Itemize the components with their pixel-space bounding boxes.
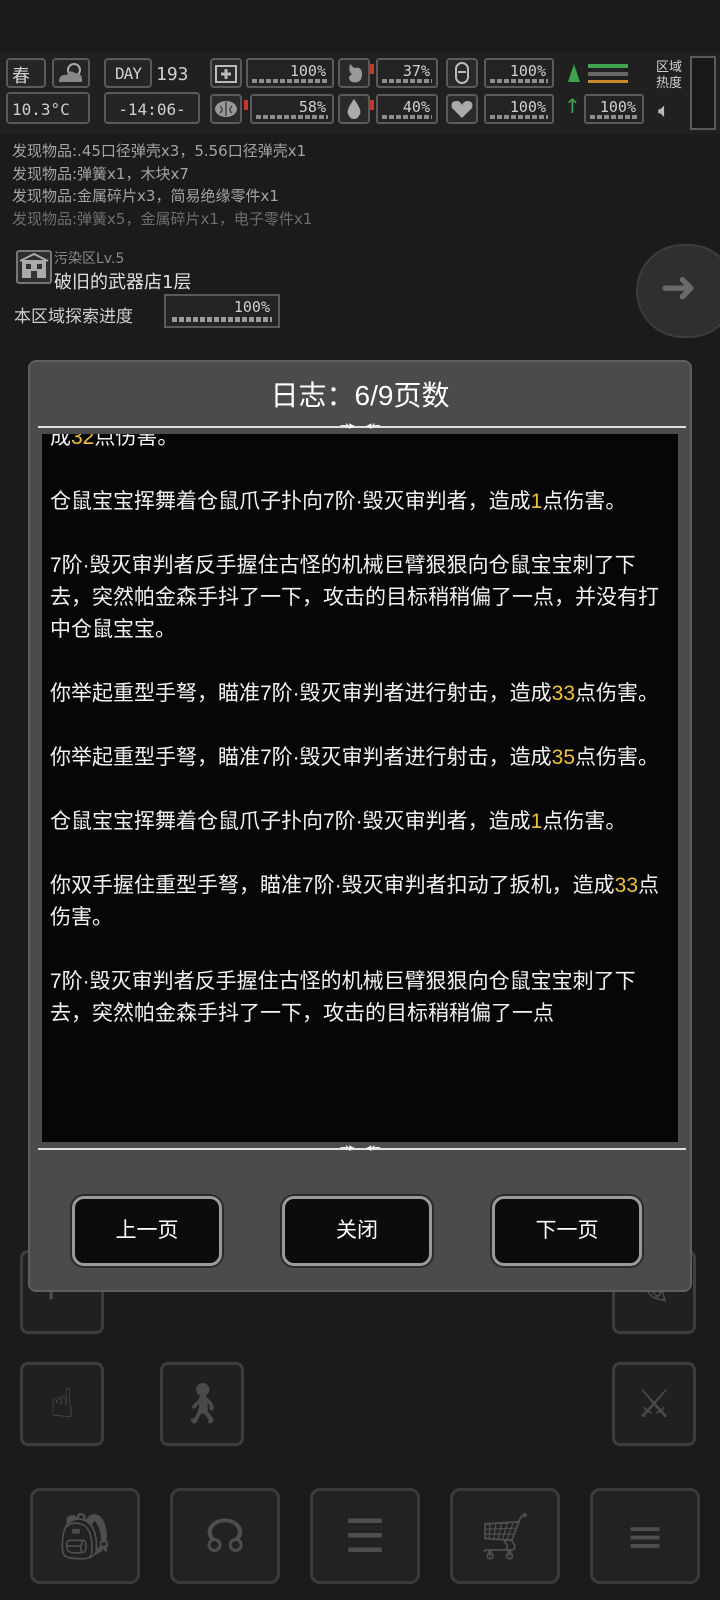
found-item-line: 发现物品:.45口径弹壳x3，5.56口径弹壳x1 [12,142,307,160]
found-item-line: 发现物品:金属碎片x3，简易绝缘零件x1 [12,187,279,205]
log-entry-text: 点伤害。 [575,746,660,769]
log-entry-text: 你举起重型手弩，瞄准7阶·毁灭审判者进行射击，造成 [50,682,552,705]
arrow-in-left-icon: ◂← [366,419,381,432]
log-entry-text: 点伤害。 [542,490,627,513]
day-label-text: DAY [115,64,142,83]
damage-number: 33 [551,682,576,705]
log-entry-text: 点伤害。 [94,434,179,449]
arrow-right-icon: ➜ [660,262,697,313]
thirst-value: 40% [376,94,438,124]
arrow-in-left-icon: ◂← [366,1141,381,1154]
damage-number: 33 [614,874,639,897]
day-label: DAY [104,58,152,88]
radiation-icon [564,58,636,88]
log-entry-text: 仓鼠宝宝挥舞着仓鼠爪子扑向7阶·毁灭审判者，造成 [50,490,531,513]
journal-icon[interactable]: ☰ [310,1488,420,1584]
next-page-button[interactable]: 下一页 [492,1196,642,1266]
log-entry: 仓鼠宝宝挥舞着仓鼠爪子扑向7阶·毁灭审判者，造成1点伤害。 [50,806,674,838]
clock-display: -14:06- [104,92,200,124]
log-entry: 7阶·毁灭审判者反手握住古怪的机械巨臂狠狠向仓鼠宝宝刺了下去，突然帕金森手抖了一… [50,966,674,1030]
menu-list-icon[interactable]: ≡ [590,1488,700,1584]
log-entry: 成32点伤害。 [50,434,674,454]
bottom-divider: →▸ ◂← [38,1141,686,1154]
log-entry-text: 7阶·毁灭审判者反手握住古怪的机械巨臂狠狠向仓鼠宝宝刺了下去，突然帕金森手抖了一… [50,554,659,641]
season-indicator: 春 [6,58,46,88]
log-entry-text: 仓鼠宝宝挥舞着仓鼠爪子扑向7阶·毁灭审判者，造成 [50,810,531,833]
log-entry: 你双手握住重型手弩，瞄准7阶·毁灭审判者扣动了扳机，造成33点伤害。 [50,870,674,934]
radiation-value: 100% [584,94,644,124]
clock-value: -14:06- [118,100,186,119]
medkit-icon [210,58,242,88]
log-entry-text: 7阶·毁灭审判者反手握住古怪的机械巨臂狠狠向仓鼠宝宝刺了下去，突然帕金森手抖了一… [50,970,636,1025]
damage-number: 1 [530,810,543,833]
zone-heat-meter [690,56,716,130]
combat-icon[interactable]: ⚔ [612,1362,696,1446]
location-level: 污染区Lv.5 [54,251,125,267]
top-divider: →▸ ◂← [38,419,686,432]
log-entry: 你举起重型手弩，瞄准7阶·毁灭审判者进行射击，造成35点伤害。 [50,742,674,774]
weather-icon [52,58,90,88]
log-entry-text: 你举起重型手弩，瞄准7阶·毁灭审判者进行射击，造成 [50,746,552,769]
up-arrow-icon: ↑ [564,94,581,118]
location-name: 破旧的武器店1层 [54,272,192,293]
log-entries: 成32点伤害。 仓鼠宝宝挥舞着仓鼠爪子扑向7阶·毁灭审判者，造成1点伤害。 7阶·毁… [50,434,674,1062]
damage-number: 35 [551,746,576,769]
location-panel: 污染区Lv.5 破旧的武器店1层 本区域探索进度 100% [6,242,626,336]
zone-heat-label: 区域热度 [656,60,683,91]
temperature-value: 10.3°C [12,100,70,119]
heart-icon [446,94,478,124]
close-button[interactable]: 关闭 [282,1196,432,1266]
log-entry: 仓鼠宝宝挥舞着仓鼠爪子扑向7阶·毁灭审判者，造成1点伤害。 [50,486,674,518]
heart-value: 100% [484,94,554,124]
building-icon [16,250,52,284]
interact-hand-icon[interactable]: ☝ [20,1362,104,1446]
explore-progress-bar: 100% [164,294,280,328]
found-item-line: 发现物品:弹簧x1，木块x7 [12,164,189,183]
log-entry-text: 你双手握住重型手弩，瞄准7阶·毁灭审判者扣动了扳机，造成 [50,874,615,897]
dialog-title: 日志：6/9页数 [270,380,450,411]
season-label: 春 [12,66,30,87]
log-entry-text: 点伤害。 [542,810,627,833]
log-entry-text: 成 [50,434,71,449]
found-items-log: 发现物品:.45口径弹壳x3，5.56口径弹壳x1 发现物品:弹簧x1，木块x7… [12,140,312,230]
backpack-icon[interactable]: 🎒︎ [30,1488,140,1584]
log-scroll-area[interactable]: 成32点伤害。 仓鼠宝宝挥舞着仓鼠爪子扑向7阶·毁灭审判者，造成1点伤害。 7阶·毁… [42,434,678,1142]
sanity-value: 58% [250,94,334,124]
log-entry-text: 点伤害。 [575,682,660,705]
water-drop-icon [338,94,370,124]
damage-number: 32 [71,434,95,449]
found-item-line: 发现物品:弹簧x5，金属碎片x1，电子零件x1 [12,209,313,228]
stamina-value: 100% [484,58,554,88]
damage-number: 1 [530,490,543,513]
bottom-navigation: 🎒︎ ☊ ☰ 🛒︎ ≡ [0,1470,720,1600]
next-area-button[interactable]: ➜ [636,244,720,338]
speaker-icon[interactable]: 🔈︎ [658,98,686,128]
hunger-value: 37% [376,58,438,88]
day-number: 193 [156,64,189,85]
shop-cart-icon[interactable]: 🛒︎ [450,1488,560,1584]
hunger-warning-mark [370,64,374,74]
lung-icon [446,58,478,88]
arrow-in-right-icon: →▸ [340,1141,355,1154]
stomach-icon [338,58,370,88]
prev-page-button[interactable]: 上一页 [72,1196,222,1266]
health-value: 100% [246,58,334,88]
temperature-display: 10.3°C [6,92,90,124]
status-bar: 春 10.3°C DAY 193 -14:06- 100% 37% 100% 5… [0,52,720,134]
log-entry: 7阶·毁灭审判者反手握住古怪的机械巨臂狠狠向仓鼠宝宝刺了下去，突然帕金森手抖了一… [50,550,674,646]
sanity-warning-mark [244,100,248,110]
log-entry: 你举起重型手弩，瞄准7阶·毁灭审判者进行射击，造成33点伤害。 [50,678,674,710]
skills-brain-icon[interactable]: ☊ [170,1488,280,1584]
explore-progress-label: 本区域探索进度 [14,307,133,327]
walk-icon[interactable]: 🚶︎ [160,1362,244,1446]
thirst-warning-mark [370,100,374,110]
arrow-in-right-icon: →▸ [340,419,355,432]
brain-icon [210,94,242,124]
log-dialog: 日志：6/9页数 →▸ ◂← 成32点伤害。 仓鼠宝宝挥舞着仓鼠爪子扑向7阶·毁灭… [28,360,692,1292]
